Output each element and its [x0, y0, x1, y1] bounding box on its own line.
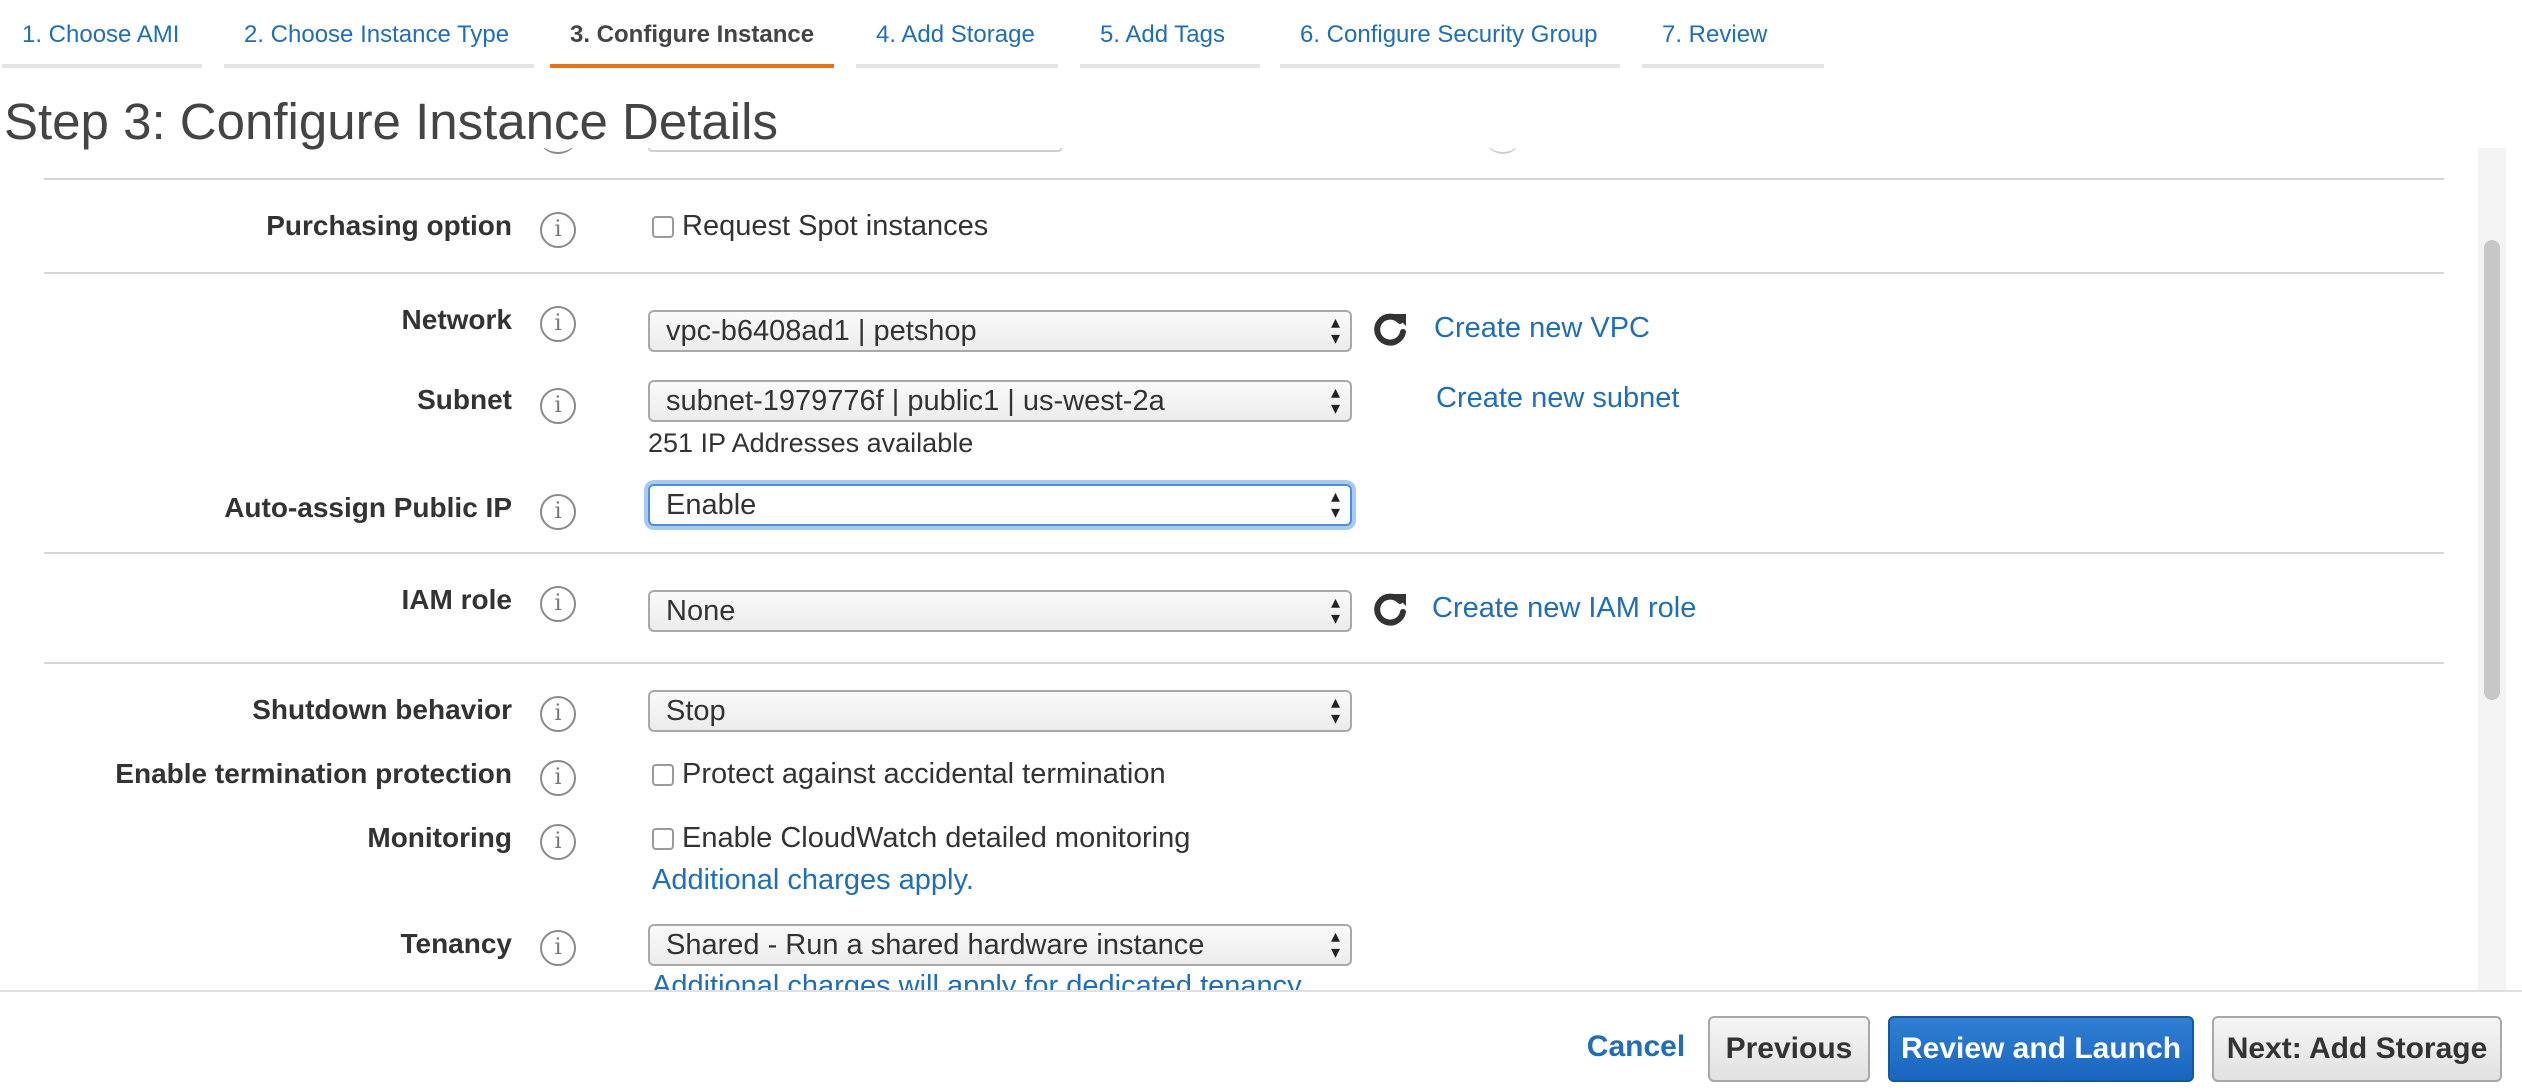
info-icon[interactable]: i	[540, 824, 576, 860]
monitoring-checkbox-label[interactable]: Enable CloudWatch detailed monitoring	[682, 822, 1190, 854]
refresh-icon[interactable]	[1370, 590, 1410, 630]
monitoring-checkbox[interactable]	[652, 828, 674, 850]
subnet-label: Subnet	[417, 384, 512, 415]
info-icon[interactable]: i	[540, 494, 576, 530]
scrollbar[interactable]	[2478, 148, 2506, 990]
request-spot-row: Request Spot instances	[652, 210, 988, 243]
iam-role-value: None	[666, 595, 736, 627]
info-icon[interactable]: i	[540, 696, 576, 732]
termination-protection-label: Enable termination protection	[115, 758, 512, 789]
network-select-value: vpc-b6408ad1 | petshop	[666, 315, 977, 347]
review-and-launch-button[interactable]: Review and Launch	[1888, 1016, 2194, 1082]
wizard-tabs: 1. Choose AMI 2. Choose Instance Type 3.…	[0, 0, 2522, 70]
purchasing-option-label: Purchasing option	[266, 210, 512, 241]
iam-role-select[interactable]: None ▴ ▾	[648, 590, 1352, 632]
tab-choose-instance-type[interactable]: 2. Choose Instance Type	[224, 0, 534, 68]
network-label: Network	[401, 304, 512, 335]
info-icon[interactable]: i	[540, 930, 576, 966]
select-arrows-icon: ▴ ▾	[1330, 312, 1340, 348]
info-icon[interactable]: i	[540, 760, 576, 796]
shutdown-behavior-label: Shutdown behavior	[252, 694, 512, 725]
subnet-select-value: subnet-1979776f | public1 | us-west-2a	[666, 385, 1165, 417]
divider	[44, 662, 2444, 664]
select-arrows-icon: ▴ ▾	[1330, 592, 1340, 628]
select-arrows-icon: ▴ ▾	[1330, 692, 1340, 728]
wizard-footer: Cancel Previous Review and Launch Next: …	[0, 990, 2522, 1092]
subnet-select[interactable]: subnet-1979776f | public1 | us-west-2a ▴…	[648, 380, 1352, 422]
configuration-panel: Purchasing option i Request Spot instanc…	[0, 148, 2522, 990]
select-arrows-icon: ▴ ▾	[1330, 926, 1340, 962]
request-spot-label[interactable]: Request Spot instances	[682, 210, 988, 242]
network-select[interactable]: vpc-b6408ad1 | petshop ▴ ▾	[648, 310, 1352, 352]
next-add-storage-button[interactable]: Next: Add Storage	[2212, 1016, 2502, 1082]
divider	[44, 178, 2444, 180]
previous-info-remnant	[540, 148, 576, 154]
divider	[44, 272, 2444, 274]
shutdown-behavior-select[interactable]: Stop ▴ ▾	[648, 690, 1352, 732]
create-iam-role-link[interactable]: Create new IAM role	[1432, 592, 1696, 625]
info-icon[interactable]: i	[540, 586, 576, 622]
tenancy-value: Shared - Run a shared hardware instance	[666, 929, 1205, 961]
dedicated-tenancy-charges-link[interactable]: Additional charges will apply for dedica…	[652, 970, 1308, 990]
scrollbar-thumb[interactable]	[2484, 240, 2500, 700]
info-icon[interactable]: i	[540, 212, 576, 248]
cancel-button[interactable]: Cancel	[1576, 1016, 1696, 1082]
tenancy-label: Tenancy	[400, 928, 512, 959]
tenancy-select[interactable]: Shared - Run a shared hardware instance …	[648, 924, 1352, 966]
info-icon[interactable]: i	[540, 306, 576, 342]
iam-role-label: IAM role	[401, 584, 512, 615]
tab-review[interactable]: 7. Review	[1642, 0, 1824, 68]
subnet-available-ips: 251 IP Addresses available	[648, 428, 974, 458]
monitoring-charges-link[interactable]: Additional charges apply.	[652, 864, 974, 897]
request-spot-checkbox[interactable]	[652, 216, 674, 238]
info-icon[interactable]: i	[540, 388, 576, 424]
page-title: Step 3: Configure Instance Details	[4, 93, 778, 150]
monitoring-row: Enable CloudWatch detailed monitoring	[652, 822, 1190, 855]
auto-assign-ip-label: Auto-assign Public IP	[224, 492, 512, 523]
auto-assign-ip-value: Enable	[666, 489, 757, 521]
create-vpc-link[interactable]: Create new VPC	[1434, 312, 1650, 345]
termination-protection-checkbox[interactable]	[652, 764, 674, 786]
auto-assign-ip-select[interactable]: Enable ▴ ▾	[648, 484, 1352, 526]
refresh-icon[interactable]	[1370, 310, 1410, 350]
shutdown-behavior-value: Stop	[666, 695, 726, 727]
tab-configure-security-group[interactable]: 6. Configure Security Group	[1280, 0, 1620, 68]
previous-button[interactable]: Previous	[1708, 1016, 1870, 1082]
tab-add-tags[interactable]: 5. Add Tags	[1080, 0, 1260, 68]
create-subnet-link[interactable]: Create new subnet	[1436, 382, 1679, 415]
previous-spinner-remnant	[1486, 148, 1520, 154]
tab-configure-instance[interactable]: 3. Configure Instance	[550, 0, 834, 68]
divider	[44, 552, 2444, 554]
previous-field-remnant	[648, 148, 1062, 152]
select-arrows-icon: ▴ ▾	[1330, 382, 1340, 418]
termination-protection-row: Protect against accidental termination	[652, 758, 1166, 791]
tab-add-storage[interactable]: 4. Add Storage	[856, 0, 1058, 68]
select-arrows-icon: ▴ ▾	[1330, 486, 1340, 522]
monitoring-label: Monitoring	[367, 822, 512, 853]
termination-protection-checkbox-label[interactable]: Protect against accidental termination	[682, 758, 1166, 790]
tab-choose-ami[interactable]: 1. Choose AMI	[2, 0, 202, 68]
